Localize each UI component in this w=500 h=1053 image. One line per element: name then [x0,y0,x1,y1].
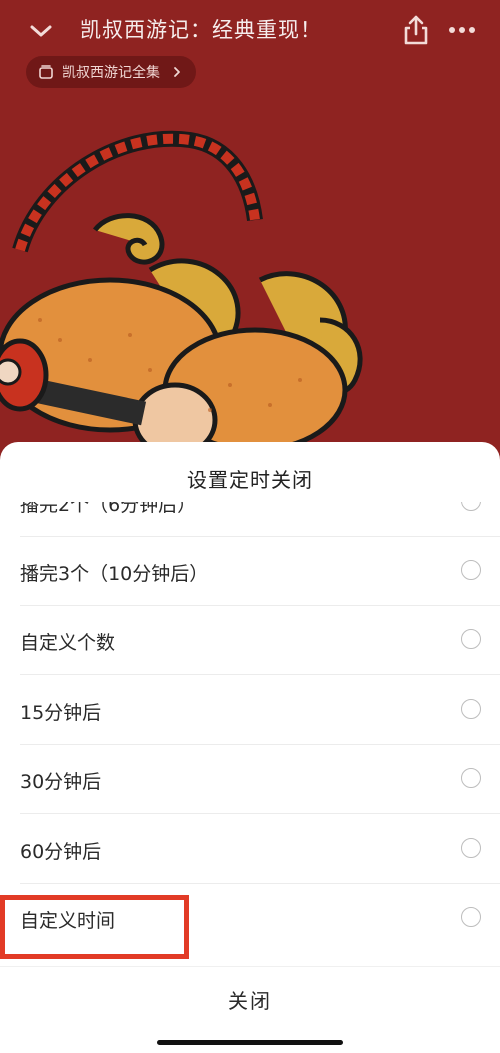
close-button[interactable]: 关闭 [0,985,500,1014]
album-artwork [0,130,363,458]
timer-option-label: 播完2个（6分钟后） [20,502,197,516]
home-indicator [157,1040,343,1045]
timer-option-label: 播完3个（10分钟后） [20,563,209,585]
radio-button[interactable] [461,907,481,927]
radio-button[interactable] [461,838,481,858]
radio-button[interactable] [461,502,481,511]
highlight-annotation [0,895,189,959]
radio-button[interactable] [461,629,481,649]
page-title: 凯叔西游记：经典重现！ [80,18,322,42]
sheet-title: 设置定时关闭 [187,468,313,492]
radio-button[interactable] [461,768,481,788]
timer-option-label: 自定义个数 [20,632,116,654]
chevron-down-icon[interactable] [28,18,54,44]
timer-option[interactable]: 播完2个（6分钟后） [0,502,500,537]
album-link[interactable]: 凯叔西游记全集 [26,56,196,88]
divider [20,674,500,675]
timer-option-label: 15分钟后 [20,702,102,724]
top-bar: 凯叔西游记：经典重现！ [0,0,500,62]
chevron-right-icon [174,67,180,77]
timer-option-label: 60分钟后 [20,841,102,863]
timer-option[interactable]: 60分钟后 [0,815,500,884]
timer-option-label: 30分钟后 [20,771,102,793]
radio-button[interactable] [461,699,481,719]
divider [20,813,500,814]
player-screen: 凯叔西游记：经典重现！ 凯叔西游记全集 设置定时关闭 播完2个（6分钟后） 播完… [0,0,500,1053]
album-link-label: 凯叔西游记全集 [62,65,160,81]
timer-option[interactable]: 自定义个数 [0,606,500,675]
radio-button[interactable] [461,560,481,580]
share-icon[interactable] [402,14,430,46]
timer-option[interactable]: 15分钟后 [0,676,500,745]
sleep-timer-sheet: 设置定时关闭 播完2个（6分钟后） 播完3个（10分钟后） 自定义个数 15分钟… [0,442,500,1053]
timer-option[interactable]: 30分钟后 [0,745,500,814]
album-icon [39,65,53,79]
more-icon[interactable] [447,20,477,40]
timer-option[interactable]: 播完3个（10分钟后） [0,537,500,606]
